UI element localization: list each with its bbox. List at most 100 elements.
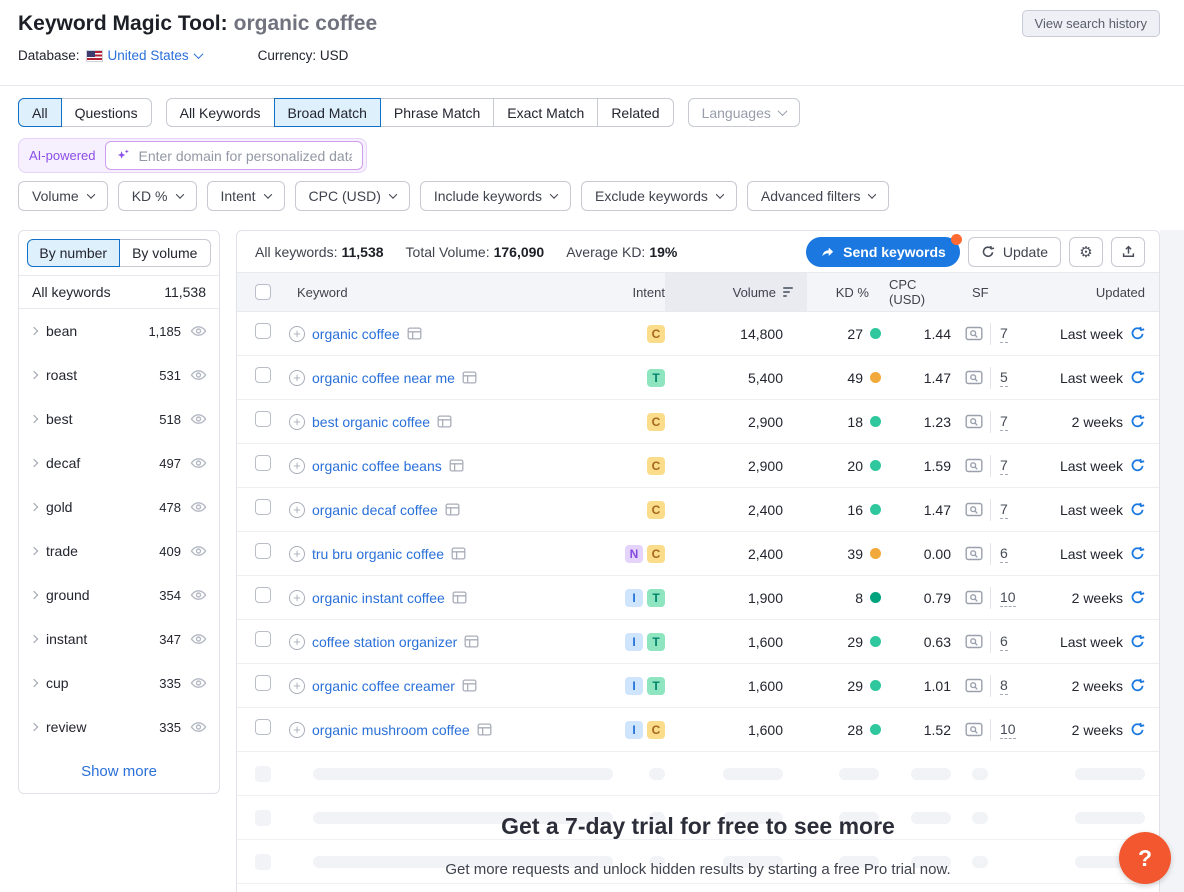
chevron-right-icon[interactable] xyxy=(30,679,38,687)
refresh-icon[interactable] xyxy=(1130,678,1145,693)
cpc-filter[interactable]: CPC (USD) xyxy=(295,181,410,211)
keyword-card-icon[interactable] xyxy=(462,371,477,384)
row-checkbox[interactable] xyxy=(255,499,271,515)
help-button[interactable]: ? xyxy=(1119,832,1171,884)
refresh-icon[interactable] xyxy=(1130,414,1145,429)
serp-preview-icon[interactable] xyxy=(965,414,983,429)
add-keyword-icon[interactable]: + xyxy=(289,414,305,430)
serp-preview-icon[interactable] xyxy=(965,458,983,473)
languages-dropdown[interactable]: Languages xyxy=(688,98,800,127)
refresh-icon[interactable] xyxy=(1130,722,1145,737)
add-keyword-icon[interactable]: + xyxy=(289,722,305,738)
column-volume[interactable]: Volume xyxy=(665,273,807,311)
chevron-right-icon[interactable] xyxy=(30,371,38,379)
eye-icon[interactable] xyxy=(190,500,207,514)
include-keywords-filter[interactable]: Include keywords xyxy=(420,181,571,211)
tab-related[interactable]: Related xyxy=(597,98,673,127)
refresh-icon[interactable] xyxy=(1130,458,1145,473)
keyword-card-icon[interactable] xyxy=(449,459,464,472)
kd-filter[interactable]: KD % xyxy=(118,181,197,211)
eye-icon[interactable] xyxy=(190,588,207,602)
refresh-icon[interactable] xyxy=(1130,590,1145,605)
eye-icon[interactable] xyxy=(190,324,207,338)
eye-icon[interactable] xyxy=(190,720,207,734)
show-more-link[interactable]: Show more xyxy=(19,749,219,793)
tab-all[interactable]: All xyxy=(18,98,62,127)
keyword-link[interactable]: organic coffee near me xyxy=(312,370,455,386)
exclude-keywords-filter[interactable]: Exclude keywords xyxy=(581,181,737,211)
sf-count-link[interactable]: 7 xyxy=(1000,325,1008,343)
view-search-history-button[interactable]: View search history xyxy=(1022,10,1160,37)
keyword-link[interactable]: tru bru organic coffee xyxy=(312,546,444,562)
keyword-link[interactable]: organic coffee creamer xyxy=(312,678,455,694)
keyword-group-item[interactable]: roast 531 xyxy=(19,353,219,397)
add-keyword-icon[interactable]: + xyxy=(289,590,305,606)
keyword-group-item[interactable]: trade 409 xyxy=(19,529,219,573)
serp-preview-icon[interactable] xyxy=(965,326,983,341)
chevron-right-icon[interactable] xyxy=(30,547,38,555)
update-button[interactable]: Update xyxy=(968,237,1061,267)
column-keyword[interactable]: Keyword xyxy=(289,273,565,311)
eye-icon[interactable] xyxy=(190,412,207,426)
sf-count-link[interactable]: 5 xyxy=(1000,369,1008,387)
chevron-right-icon[interactable] xyxy=(30,459,38,467)
keyword-card-icon[interactable] xyxy=(462,679,477,692)
keyword-card-icon[interactable] xyxy=(452,591,467,604)
eye-icon[interactable] xyxy=(190,368,207,382)
chevron-right-icon[interactable] xyxy=(30,723,38,731)
keyword-link[interactable]: organic coffee xyxy=(312,326,400,342)
intent-filter[interactable]: Intent xyxy=(207,181,285,211)
keyword-link[interactable]: organic decaf coffee xyxy=(312,502,438,518)
serp-preview-icon[interactable] xyxy=(965,370,983,385)
chevron-right-icon[interactable] xyxy=(30,415,38,423)
row-checkbox[interactable] xyxy=(255,631,271,647)
sf-count-link[interactable]: 10 xyxy=(1000,721,1016,739)
volume-filter[interactable]: Volume xyxy=(18,181,108,211)
refresh-icon[interactable] xyxy=(1130,326,1145,341)
column-cpc[interactable]: CPC (USD) xyxy=(889,273,963,311)
keyword-link[interactable]: coffee station organizer xyxy=(312,634,457,650)
keyword-group-item[interactable]: best 518 xyxy=(19,397,219,441)
add-keyword-icon[interactable]: + xyxy=(289,678,305,694)
sort-by-number-button[interactable]: By number xyxy=(27,239,120,267)
row-checkbox[interactable] xyxy=(255,543,271,559)
select-all-checkbox[interactable] xyxy=(255,284,271,300)
keyword-group-item[interactable]: instant 347 xyxy=(19,617,219,661)
serp-preview-icon[interactable] xyxy=(965,546,983,561)
keyword-card-icon[interactable] xyxy=(445,503,460,516)
serp-preview-icon[interactable] xyxy=(965,722,983,737)
refresh-icon[interactable] xyxy=(1130,634,1145,649)
chevron-right-icon[interactable] xyxy=(30,327,38,335)
sf-count-link[interactable]: 7 xyxy=(1000,457,1008,475)
send-keywords-button[interactable]: Send keywords xyxy=(806,237,960,267)
add-keyword-icon[interactable]: + xyxy=(289,634,305,650)
serp-preview-icon[interactable] xyxy=(965,502,983,517)
chevron-right-icon[interactable] xyxy=(30,635,38,643)
tab-phrase-match[interactable]: Phrase Match xyxy=(380,98,494,127)
refresh-icon[interactable] xyxy=(1130,370,1145,385)
keyword-group-item[interactable]: decaf 497 xyxy=(19,441,219,485)
keyword-group-item[interactable]: gold 478 xyxy=(19,485,219,529)
sf-count-link[interactable]: 6 xyxy=(1000,545,1008,563)
column-updated[interactable]: Updated xyxy=(1043,273,1160,311)
row-checkbox[interactable] xyxy=(255,675,271,691)
eye-icon[interactable] xyxy=(190,544,207,558)
keyword-link[interactable]: organic coffee beans xyxy=(312,458,442,474)
sort-by-volume-button[interactable]: By volume xyxy=(119,239,212,267)
eye-icon[interactable] xyxy=(190,632,207,646)
serp-preview-icon[interactable] xyxy=(965,590,983,605)
serp-preview-icon[interactable] xyxy=(965,634,983,649)
row-checkbox[interactable] xyxy=(255,411,271,427)
keyword-card-icon[interactable] xyxy=(437,415,452,428)
add-keyword-icon[interactable]: + xyxy=(289,326,305,342)
add-keyword-icon[interactable]: + xyxy=(289,546,305,562)
add-keyword-icon[interactable]: + xyxy=(289,458,305,474)
tab-questions[interactable]: Questions xyxy=(61,98,152,127)
add-keyword-icon[interactable]: + xyxy=(289,370,305,386)
export-button[interactable] xyxy=(1111,237,1145,267)
row-checkbox[interactable] xyxy=(255,323,271,339)
keyword-card-icon[interactable] xyxy=(451,547,466,560)
row-checkbox[interactable] xyxy=(255,367,271,383)
sf-count-link[interactable]: 10 xyxy=(1000,589,1016,607)
keyword-group-item[interactable]: cup 335 xyxy=(19,661,219,705)
